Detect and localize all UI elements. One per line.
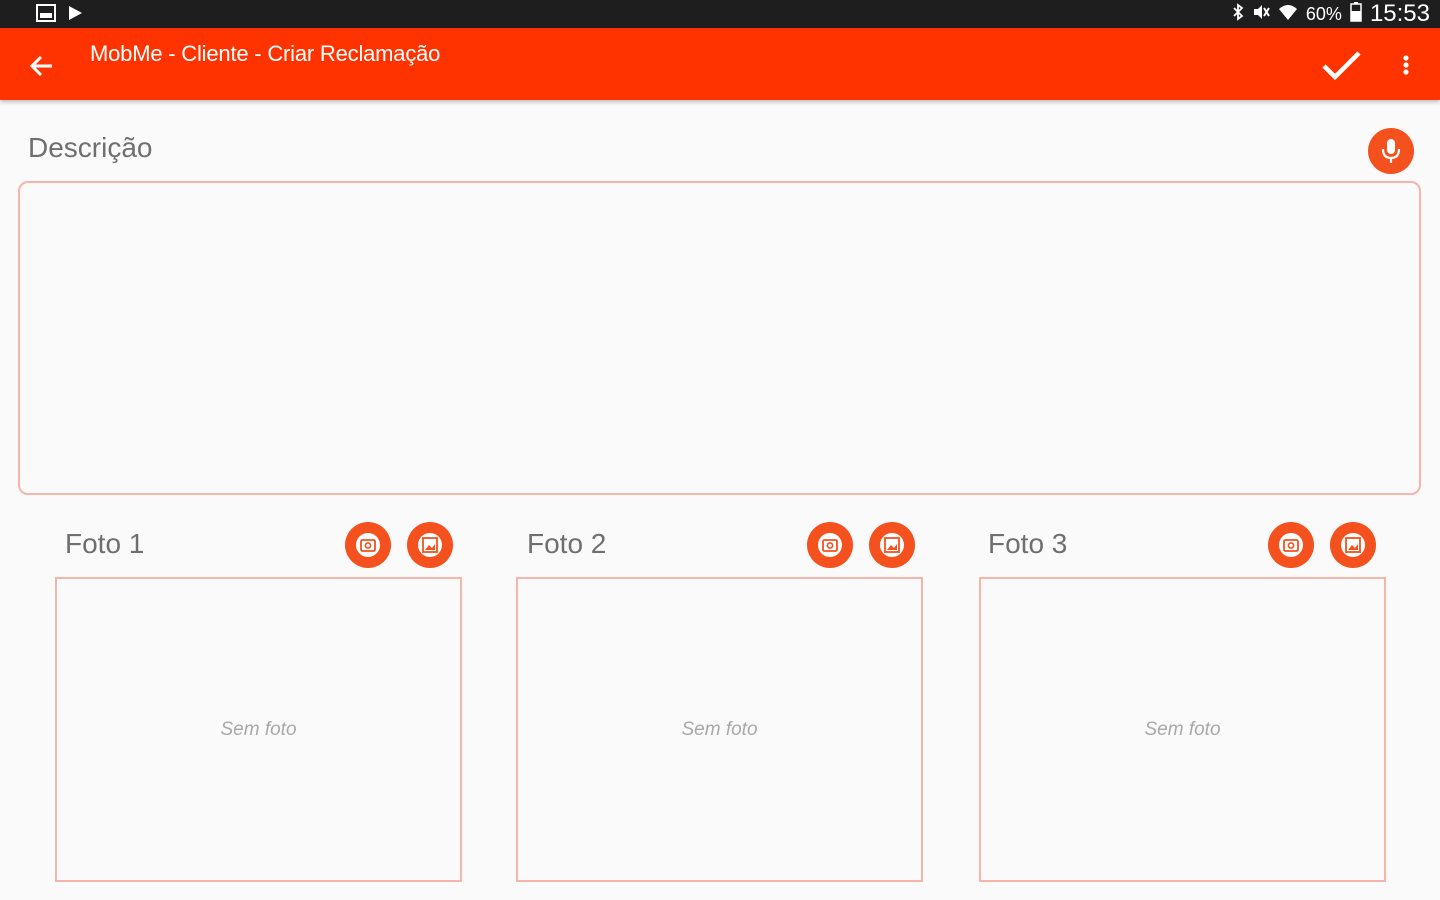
status-bar: 60% 15:53 (0, 0, 1440, 28)
photo-2-camera-button[interactable] (807, 522, 853, 568)
photo-3-camera-button[interactable] (1268, 522, 1314, 568)
status-bar-right: 60% 15:53 (1232, 0, 1430, 27)
voice-input-button[interactable] (1368, 128, 1414, 174)
photo-2-label: Foto 2 (527, 528, 607, 559)
save-button[interactable] (1316, 44, 1366, 88)
check-icon (1322, 51, 1361, 81)
photo-3-preview[interactable]: Sem foto (979, 577, 1386, 882)
battery-percent: 60% (1305, 3, 1342, 24)
photo-1-label: Foto 1 (65, 528, 145, 559)
gallery-icon (880, 533, 904, 557)
photo-1-camera-button[interactable] (345, 522, 391, 568)
status-clock: 15:53 (1369, 0, 1430, 27)
gallery-icon (1341, 533, 1365, 557)
wifi-icon (1278, 3, 1298, 26)
photo-3-gallery-button[interactable] (1330, 522, 1376, 568)
photo-2-empty-text: Sem foto (681, 718, 758, 740)
photo-1-empty-text: Sem foto (220, 718, 297, 740)
mute-icon (1252, 3, 1270, 26)
description-field[interactable] (18, 181, 1421, 495)
camera-icon (1279, 533, 1303, 557)
more-vert-icon (1403, 55, 1409, 75)
status-bar-left (36, 4, 84, 27)
bluetooth-icon (1232, 2, 1244, 26)
app-title: MobMe - Cliente - Criar Reclamação (90, 41, 441, 66)
back-button[interactable] (22, 48, 62, 84)
camera-icon (818, 533, 842, 557)
app-bar: MobMe - Cliente - Criar Reclamação (0, 28, 1440, 100)
photo-1-preview[interactable]: Sem foto (55, 577, 462, 882)
photo-2-preview[interactable]: Sem foto (516, 577, 923, 882)
gallery-icon (418, 533, 442, 557)
arrow-back-icon (29, 55, 52, 77)
mic-icon (1381, 139, 1401, 163)
more-options-button[interactable] (1394, 50, 1418, 82)
battery-icon (1350, 1, 1362, 27)
photo-2-gallery-button[interactable] (869, 522, 915, 568)
photo-3-empty-text: Sem foto (1144, 718, 1221, 740)
photo-1-gallery-button[interactable] (407, 522, 453, 568)
gallery-notification-icon (36, 4, 56, 27)
description-label: Descrição (28, 132, 153, 163)
photo-3-label: Foto 3 (988, 528, 1068, 559)
play-store-icon (66, 4, 84, 27)
camera-icon (356, 533, 380, 557)
